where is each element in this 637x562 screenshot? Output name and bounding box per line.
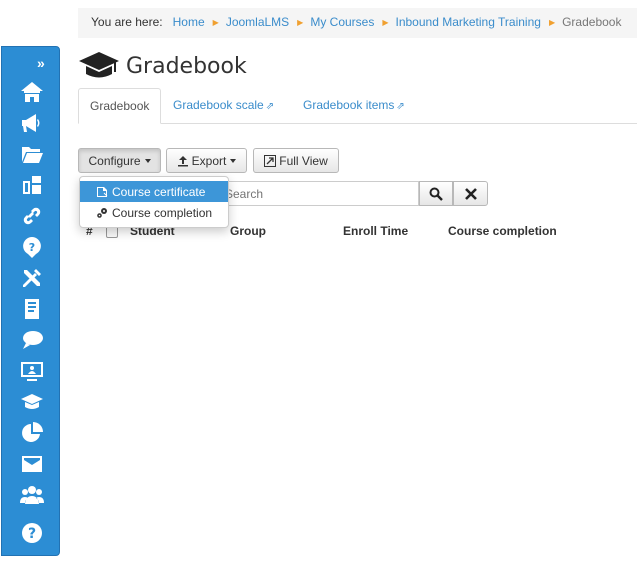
external-link-icon: ⇗ (396, 101, 405, 112)
clear-search-button[interactable] (453, 181, 488, 206)
gradebook-icon[interactable] (19, 389, 45, 415)
page-header: Gradebook (78, 48, 247, 84)
upload-icon (177, 155, 188, 166)
breadcrumb-current: Gradebook (562, 15, 622, 29)
menu-item-course-certificate[interactable]: Course certificate (80, 181, 228, 202)
tab-bar: Gradebook Gradebook scale ⇗ Gradebook ite… (78, 88, 637, 124)
breadcrumb: You are here: Home ▶ JoomlaLMS ▶ My Courses ▶… (78, 8, 637, 38)
full-view-button[interactable]: Full View (253, 148, 339, 173)
tab-label: Gradebook scale (173, 98, 264, 112)
menu-item-course-completion[interactable]: Course completion (80, 202, 228, 223)
expand-sidebar-icon[interactable]: » (37, 55, 45, 71)
full-view-label: Full View (279, 153, 328, 168)
tab-gradebook-items[interactable]: Gradebook items ⇗ (292, 88, 416, 123)
mailbox-icon[interactable] (19, 451, 45, 477)
export-button[interactable]: Export (166, 148, 247, 173)
menu-item-label: Course completion (112, 205, 213, 220)
full-view-icon (264, 154, 277, 167)
groups-icon[interactable] (19, 172, 45, 198)
left-sidebar: » ? ? (1, 46, 60, 556)
breadcrumb-joomlalms[interactable]: JoomlaLMS (226, 15, 289, 29)
chat-icon[interactable] (19, 327, 45, 353)
configure-button[interactable]: Configure (78, 148, 161, 173)
search-icon (429, 187, 443, 201)
breadcrumb-home[interactable]: Home (173, 15, 205, 29)
home-icon[interactable] (19, 79, 45, 105)
svg-text:?: ? (28, 526, 36, 542)
announcements-icon[interactable] (19, 110, 45, 136)
breadcrumb-separator-icon: ▶ (297, 18, 304, 27)
export-label: Export (191, 153, 227, 168)
tab-label: Gradebook (90, 99, 150, 113)
homework-icon[interactable] (19, 296, 45, 322)
tab-gradebook[interactable]: Gradebook (78, 88, 162, 124)
breadcrumb-separator-icon: ▶ (212, 18, 219, 27)
configure-dropdown-menu: Course certificate Course completion (79, 176, 229, 228)
tools-icon[interactable] (19, 265, 45, 291)
page-title: Gradebook (126, 53, 247, 79)
caret-down-icon (144, 158, 151, 163)
tab-gradebook-scale[interactable]: Gradebook scale ⇗ (162, 88, 285, 123)
gears-icon (97, 207, 107, 218)
column-group[interactable]: Group (230, 224, 266, 238)
help-icon[interactable]: ? (19, 520, 45, 546)
documents-icon[interactable] (19, 141, 45, 167)
breadcrumb-prefix: You are here: (91, 15, 163, 29)
external-link-icon: ⇗ (265, 101, 275, 112)
search-button[interactable] (419, 181, 453, 206)
close-icon (464, 187, 477, 200)
svg-text:?: ? (29, 241, 35, 254)
presentation-icon[interactable] (19, 358, 45, 384)
column-enroll-time[interactable]: Enroll Time (343, 224, 408, 238)
breadcrumb-separator-icon: ▶ (382, 18, 389, 27)
breadcrumb-my-courses[interactable]: My Courses (310, 15, 374, 29)
column-course-completion[interactable]: Course completion (448, 224, 557, 238)
menu-item-label: Course certificate (112, 184, 206, 199)
configure-label: Configure (88, 153, 141, 168)
users-icon[interactable] (19, 482, 45, 508)
search-input[interactable] (218, 181, 419, 206)
caret-down-icon (230, 158, 237, 163)
breadcrumb-course[interactable]: Inbound Marketing Training (396, 15, 541, 29)
certificate-icon (97, 186, 108, 197)
reports-icon[interactable] (19, 420, 45, 446)
tab-label: Gradebook items (303, 98, 395, 112)
breadcrumb-separator-icon: ▶ (548, 18, 556, 27)
graduation-cap-icon (79, 52, 119, 78)
